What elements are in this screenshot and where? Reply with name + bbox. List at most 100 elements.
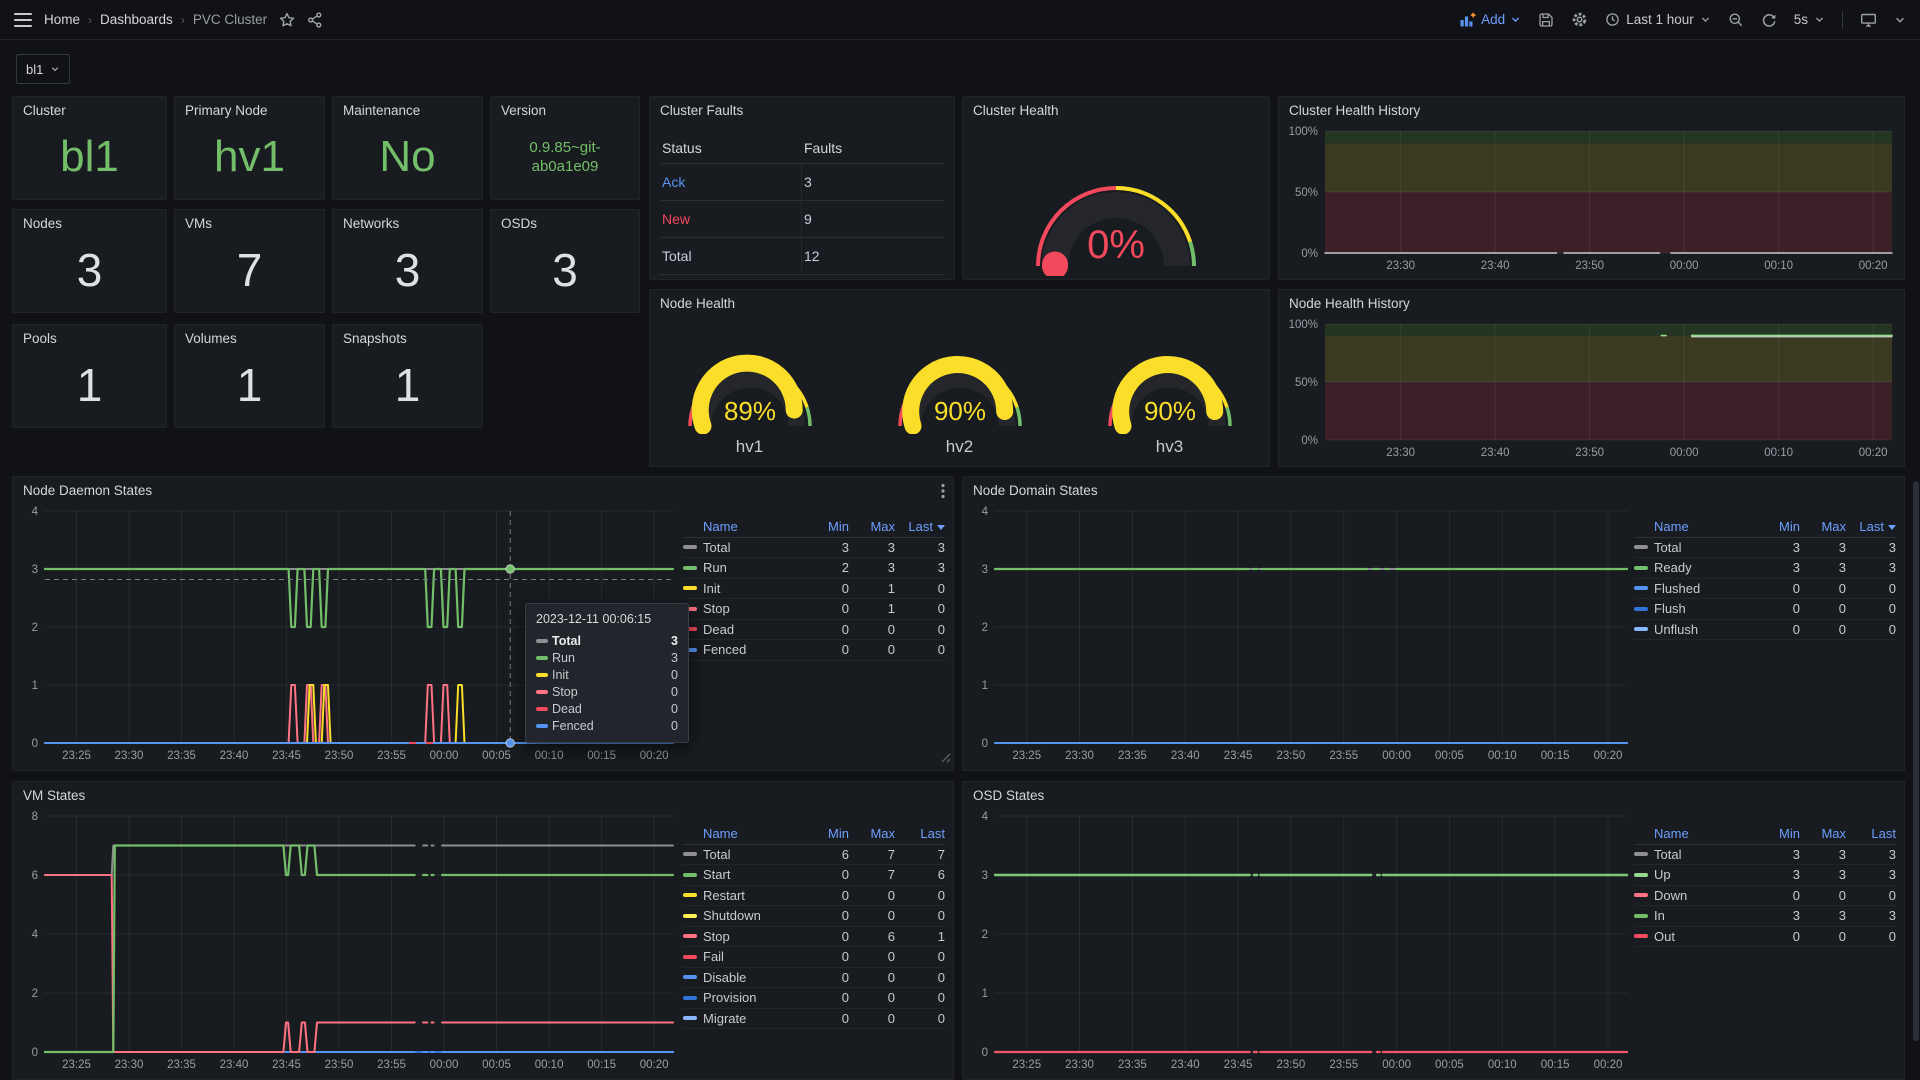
svg-text:50%: 50%: [1295, 187, 1318, 199]
svg-text:00:20: 00:20: [1594, 1059, 1623, 1071]
panel-title[interactable]: Node Health History: [1289, 296, 1410, 311]
time-range-picker[interactable]: Last 1 hour: [1605, 12, 1711, 27]
legend-series-name[interactable]: Migrate: [703, 1011, 803, 1026]
legend-col-max[interactable]: Max: [849, 519, 895, 534]
faults-count: 3: [802, 174, 944, 190]
legend-last: 0: [1846, 888, 1896, 903]
legend-series-name[interactable]: Stop: [703, 601, 803, 616]
panel-resize-handle[interactable]: [941, 750, 951, 768]
legend-series-name[interactable]: Stop: [703, 929, 803, 944]
legend-col-max[interactable]: Max: [849, 826, 895, 841]
legend-last: 6: [895, 867, 945, 882]
osd-states-chart[interactable]: 0123423:2523:3023:3523:4023:4523:5023:55…: [969, 808, 1633, 1074]
legend-max: 1: [849, 581, 895, 596]
panel-title[interactable]: Version: [501, 103, 546, 118]
legend-series-name[interactable]: In: [1654, 908, 1754, 923]
legend-series-name[interactable]: Run: [703, 560, 803, 575]
legend-last: 0: [895, 642, 945, 657]
zoom-out-icon[interactable]: [1728, 12, 1744, 28]
legend-series-name[interactable]: Total: [1654, 847, 1754, 862]
share-icon[interactable]: [307, 12, 323, 28]
panel-title[interactable]: VM States: [23, 788, 85, 803]
panel-title[interactable]: Node Health: [660, 296, 735, 311]
legend-max: 3: [1800, 908, 1846, 923]
svg-text:23:40: 23:40: [220, 1059, 249, 1071]
panel-title[interactable]: Node Daemon States: [23, 483, 152, 498]
legend-col-name[interactable]: Name: [703, 519, 803, 534]
hamburger-menu-icon[interactable]: [14, 13, 32, 27]
scrollbar-thumb[interactable]: [1913, 481, 1919, 1041]
legend-series-name[interactable]: Unflush: [1654, 622, 1754, 637]
panel-title[interactable]: Cluster Health History: [1289, 103, 1420, 118]
panel-title[interactable]: VMs: [185, 216, 212, 231]
variable-dropdown-cluster[interactable]: bl1: [16, 54, 70, 84]
legend-series-name[interactable]: Fail: [703, 949, 803, 964]
legend-col-min[interactable]: Min: [1754, 519, 1800, 534]
save-dashboard-icon[interactable]: [1538, 12, 1554, 28]
legend-col-name[interactable]: Name: [1654, 826, 1754, 841]
legend-last: 3: [1846, 867, 1896, 882]
panel-title[interactable]: Networks: [343, 216, 399, 231]
legend-series-name[interactable]: Flush: [1654, 601, 1754, 616]
panel-title[interactable]: Cluster Faults: [660, 103, 743, 118]
settings-gear-icon[interactable]: [1571, 11, 1588, 28]
panel-title[interactable]: Node Domain States: [973, 483, 1098, 498]
panel-title[interactable]: Volumes: [185, 331, 237, 346]
legend-row: Start076: [683, 865, 945, 886]
panel-title[interactable]: Cluster: [23, 103, 66, 118]
legend-col-max[interactable]: Max: [1800, 519, 1846, 534]
kiosk-monitor-icon[interactable]: [1860, 12, 1877, 28]
legend-col-last[interactable]: Last: [1846, 519, 1896, 534]
legend-row: Run233: [683, 558, 945, 579]
panel-title[interactable]: Primary Node: [185, 103, 268, 118]
legend-series-name[interactable]: Flushed: [1654, 581, 1754, 596]
legend-series-name[interactable]: Start: [703, 867, 803, 882]
refresh-interval-picker[interactable]: 5s: [1794, 12, 1825, 27]
refresh-icon[interactable]: [1761, 12, 1777, 28]
panel-title[interactable]: OSDs: [501, 216, 537, 231]
star-icon[interactable]: [279, 12, 295, 28]
legend-series-name[interactable]: Shutdown: [703, 908, 803, 923]
breadcrumb-dashboards[interactable]: Dashboards: [100, 12, 173, 27]
legend-series-name[interactable]: Total: [703, 847, 803, 862]
legend-col-name[interactable]: Name: [703, 826, 803, 841]
legend-series-name[interactable]: Down: [1654, 888, 1754, 903]
vm-states-chart[interactable]: 0246823:2523:3023:3523:4023:4523:5023:55…: [19, 808, 679, 1074]
panel-title[interactable]: Pools: [23, 331, 57, 346]
faults-count: 12: [802, 248, 944, 264]
breadcrumb-home[interactable]: Home: [44, 12, 80, 27]
chevron-down-icon[interactable]: [1894, 14, 1906, 26]
legend-col-min[interactable]: Min: [803, 519, 849, 534]
svg-text:2: 2: [982, 622, 988, 634]
legend-series-name[interactable]: Out: [1654, 929, 1754, 944]
legend-series-name[interactable]: Up: [1654, 867, 1754, 882]
legend-series-name[interactable]: Restart: [703, 888, 803, 903]
legend-series-name[interactable]: Fenced: [703, 642, 803, 657]
panel-title[interactable]: Snapshots: [343, 331, 407, 346]
legend-col-name[interactable]: Name: [1654, 519, 1754, 534]
legend-col-min[interactable]: Min: [1754, 826, 1800, 841]
legend-series-name[interactable]: Total: [703, 540, 803, 555]
svg-text:23:55: 23:55: [377, 1059, 406, 1071]
add-panel-button[interactable]: Add: [1460, 12, 1521, 27]
legend-series-name[interactable]: Provision: [703, 990, 803, 1005]
legend-series-name[interactable]: Ready: [1654, 560, 1754, 575]
svg-text:1: 1: [982, 988, 988, 1000]
panel-title[interactable]: OSD States: [973, 788, 1044, 803]
node-health-history-chart[interactable]: 0%50%100%23:3023:4023:5000:0000:1000:20: [1285, 316, 1898, 462]
legend-series-name[interactable]: Dead: [703, 622, 803, 637]
legend-col-last[interactable]: Last: [1846, 826, 1896, 841]
cluster-health-history-chart[interactable]: 0%50%100%23:3023:4023:5000:0000:1000:20: [1285, 123, 1898, 275]
node-domain-states-chart[interactable]: 0123423:2523:3023:3523:4023:4523:5023:55…: [969, 503, 1633, 765]
legend-col-max[interactable]: Max: [1800, 826, 1846, 841]
legend-col-last[interactable]: Last: [895, 826, 945, 841]
panel-menu-kebab-icon[interactable]: [941, 483, 945, 504]
legend-col-min[interactable]: Min: [803, 826, 849, 841]
legend-series-name[interactable]: Total: [1654, 540, 1754, 555]
legend-series-name[interactable]: Disable: [703, 970, 803, 985]
panel-title[interactable]: Nodes: [23, 216, 62, 231]
legend-col-last[interactable]: Last: [895, 519, 945, 534]
panel-title[interactable]: Cluster Health: [973, 103, 1059, 118]
panel-title[interactable]: Maintenance: [343, 103, 420, 118]
legend-series-name[interactable]: Init: [703, 581, 803, 596]
